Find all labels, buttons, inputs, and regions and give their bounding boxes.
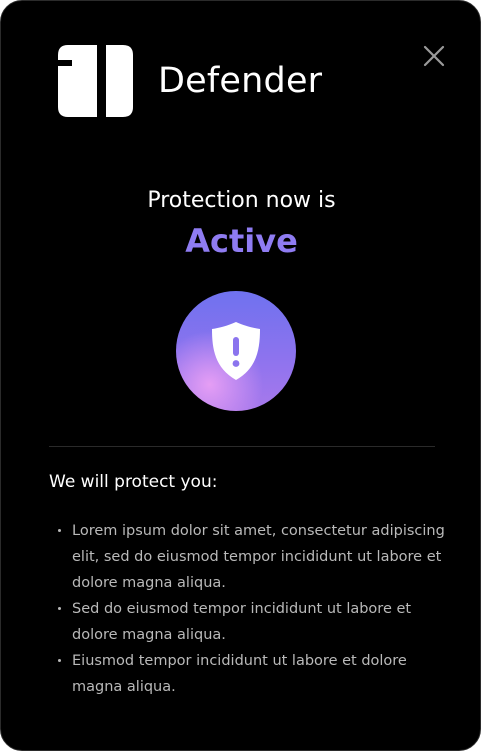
defender-logo-icon xyxy=(58,45,133,117)
status-label: Protection now is xyxy=(147,188,336,213)
status-value: Active xyxy=(185,222,298,260)
bullet xyxy=(58,529,61,532)
list-item-text: Lorem ipsum dolor sit amet, consectetur … xyxy=(72,523,445,591)
close-button[interactable] xyxy=(418,40,450,72)
list-item: Lorem ipsum dolor sit amet, consectetur … xyxy=(49,518,449,596)
divider xyxy=(49,446,435,447)
defender-popup: Defender Protection now is Active We wil… xyxy=(0,0,481,751)
bullet xyxy=(58,607,61,610)
protection-badge xyxy=(176,291,296,411)
app-title: Defender xyxy=(158,61,323,101)
protection-list: Lorem ipsum dolor sit amet, consectetur … xyxy=(49,518,449,700)
protection-heading: We will protect you: xyxy=(49,472,218,492)
list-item: Sed do eiusmod tempor incididunt ut labo… xyxy=(49,596,449,648)
shield-exclamation-icon xyxy=(212,322,260,380)
list-item-text: Sed do eiusmod tempor incididunt ut labo… xyxy=(72,601,412,643)
close-icon xyxy=(423,45,445,67)
bullet xyxy=(58,659,61,662)
list-item: Eiusmod tempor incididunt ut labore et d… xyxy=(49,648,449,700)
list-item-text: Eiusmod tempor incididunt ut labore et d… xyxy=(72,653,407,695)
